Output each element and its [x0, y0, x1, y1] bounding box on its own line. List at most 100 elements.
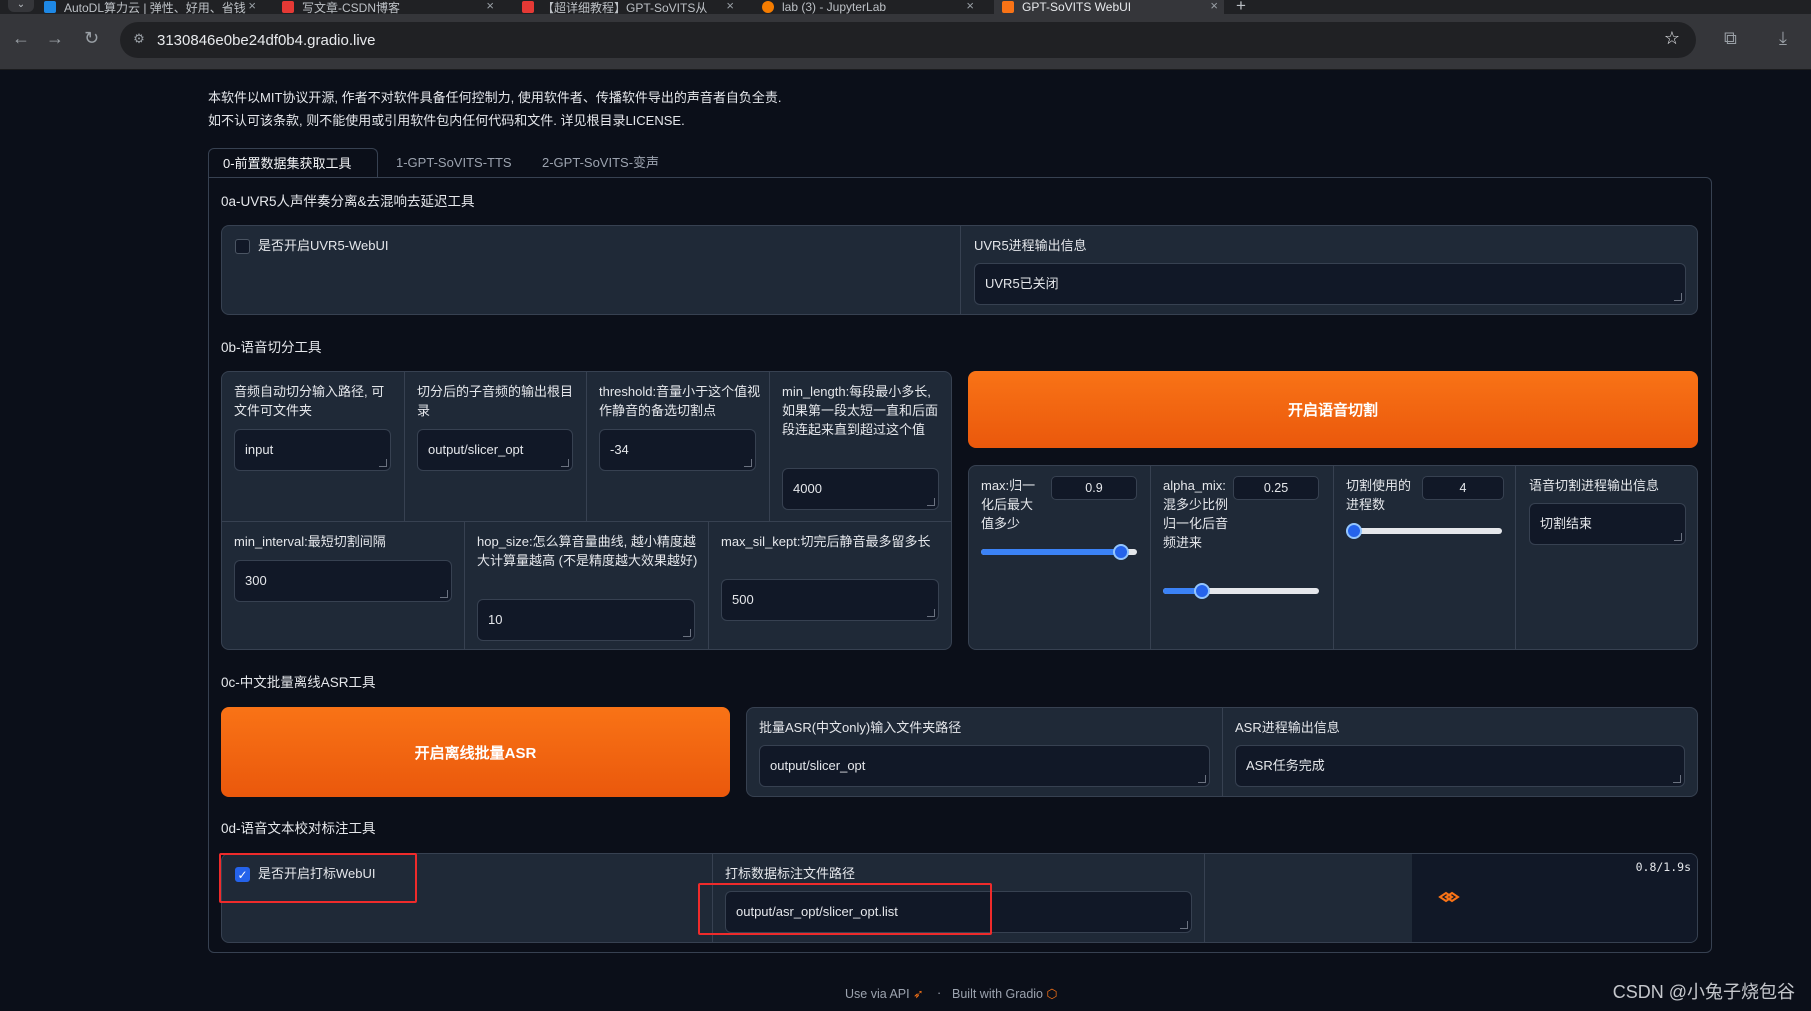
- slicer-input-cell: 音频自动切分输入路径, 可文件可文件夹 input: [222, 372, 405, 522]
- browser-tab-title: 【超详细教程】GPT-SoVITS从: [542, 0, 708, 15]
- csdn-favicon-icon: [522, 1, 534, 13]
- slicer-controls-block: max:归一化后最大值多少 0.9 alpha_mix:混多少比例归一化后音频进…: [968, 465, 1698, 650]
- extensions-icon[interactable]: ⧉: [1724, 28, 1737, 49]
- start-slicer-button[interactable]: 开启语音切割: [968, 371, 1698, 448]
- alpha-slider-cell: alpha_mix:混多少比例归一化后音频进来 0.25: [1151, 466, 1334, 649]
- slicer-output-dir-cell: 切分后的子音频的输出根目录 output/slicer_opt: [405, 372, 587, 522]
- slicer-input-field[interactable]: input: [234, 429, 391, 471]
- slider-thumb[interactable]: [1113, 544, 1130, 560]
- slicer-max-sil-cell: max_sil_kept:切完后静音最多留多长 500: [709, 522, 951, 649]
- footer-api-text[interactable]: Use via API: [845, 987, 910, 1001]
- slicer-hop-size-label: hop_size:怎么算音量曲线, 越小精度越大计算量越高 (不是精度越大效果越…: [477, 534, 698, 568]
- asr-block: 批量ASR(中文only)输入文件夹路径 output/slicer_opt A…: [746, 707, 1698, 797]
- procs-number-input[interactable]: 4: [1422, 476, 1504, 500]
- label-tool-section-title: 0d-语音文本校对标注工具: [221, 821, 376, 836]
- footer-api-link[interactable]: Use via API ➶: [845, 986, 924, 1001]
- rocket-icon: ➶: [913, 987, 924, 1001]
- license-line-2: 如不认可该条款, 则不能使用或引用软件包内任何代码和文件. 详见根目录LICEN…: [208, 113, 685, 128]
- close-icon[interactable]: ×: [248, 0, 256, 13]
- uvr5-output-field[interactable]: UVR5已关闭: [974, 263, 1686, 305]
- tab-dataset-tools[interactable]: 0-前置数据集获取工具: [208, 148, 378, 178]
- url-text[interactable]: 3130846e0be24df0b4.gradio.live: [157, 32, 376, 49]
- browser-tab-title: 写文章-CSDN博客: [302, 0, 400, 15]
- license-line-1: 本软件以MIT协议开源, 作者不对软件具备任何控制力, 使用软件者、传播软件导出…: [208, 90, 782, 105]
- max-slider-cell: max:归一化后最大值多少 0.9: [969, 466, 1151, 649]
- slicer-threshold-label: threshold:音量小于这个值视作静音的备选切割点: [599, 384, 761, 418]
- slicer-threshold-field[interactable]: -34: [599, 429, 756, 471]
- uvr5-checkbox[interactable]: [235, 239, 250, 254]
- site-info-icon[interactable]: ⚙: [130, 31, 148, 49]
- download-icon[interactable]: ⤓: [1779, 28, 1787, 49]
- slicer-output-field[interactable]: 切割结束: [1529, 503, 1686, 545]
- asr-input-field[interactable]: output/slicer_opt: [759, 745, 1210, 787]
- bookmark-star-icon[interactable]: ☆: [1664, 28, 1680, 49]
- close-icon[interactable]: ×: [966, 0, 974, 13]
- max-label: max:归一化后最大值多少: [981, 478, 1036, 531]
- address-bar: ← → ↻ ⚙ 3130846e0be24df0b4.gradio.live ☆…: [0, 14, 1811, 70]
- label-progress-area: 0.8/1.9s: [1412, 854, 1697, 942]
- slicer-hop-size-field[interactable]: 10: [477, 599, 695, 641]
- tab-tts[interactable]: 1-GPT-SoVITS-TTS: [382, 148, 526, 178]
- tab-panel: 0a-UVR5人声伴奏分离&去混响去延迟工具 是否开启UVR5-WebUI UV…: [208, 177, 1712, 953]
- uvr5-output-label: UVR5进程输出信息: [974, 238, 1087, 253]
- asr-output-field[interactable]: ASR任务完成: [1235, 745, 1685, 787]
- slicer-output-label: 语音切割进程输出信息: [1529, 478, 1660, 493]
- close-icon[interactable]: ×: [486, 0, 494, 13]
- progress-timer: 0.8/1.9s: [1635, 860, 1691, 874]
- footer-gradio-link[interactable]: Built with Gradio ⬡: [952, 986, 1057, 1001]
- tab-search-button[interactable]: ⌄: [8, 0, 34, 12]
- footer-separator: ·: [937, 986, 942, 1000]
- slicer-min-length-cell: min_length:每段最小多长, 如果第一段太短一直和后面段连起来直到超过这…: [770, 372, 951, 522]
- gradio-favicon-icon: [1002, 1, 1014, 13]
- close-icon[interactable]: ×: [1210, 0, 1218, 13]
- slicer-section-title: 0b-语音切分工具: [221, 340, 322, 355]
- autodl-favicon-icon: [44, 1, 56, 13]
- forward-arrow-icon[interactable]: →: [46, 28, 64, 49]
- back-arrow-icon[interactable]: ←: [12, 28, 30, 49]
- browser-tab-strip: ⌄ AutoDL算力云 | 弹性、好用、省钱 × 写文章-CSDN博客 × 【超…: [0, 0, 1811, 15]
- label-path-label: 打标数据标注文件路径: [725, 866, 856, 881]
- slicer-min-length-field[interactable]: 4000: [782, 468, 939, 510]
- max-slider[interactable]: [981, 544, 1137, 560]
- slicer-min-length-label: min_length:每段最小多长, 如果第一段太短一直和后面段连起来直到超过这…: [782, 384, 939, 437]
- procs-slider[interactable]: [1346, 523, 1502, 539]
- procs-label: 切割使用的进程数: [1346, 478, 1412, 512]
- slicer-output-dir-field[interactable]: output/slicer_opt: [417, 429, 573, 471]
- slicer-min-interval-field[interactable]: 300: [234, 560, 452, 602]
- label-status-empty: [1205, 854, 1412, 942]
- slicer-hop-size-cell: hop_size:怎么算音量曲线, 越小精度越大计算量越高 (不是精度越大效果越…: [465, 522, 709, 649]
- browser-tab-csdn-write[interactable]: 写文章-CSDN博客 ×: [282, 0, 500, 14]
- uvr5-section-title: 0a-UVR5人声伴奏分离&去混响去延迟工具: [221, 194, 475, 209]
- asr-output-label: ASR进程输出信息: [1235, 720, 1340, 735]
- slicer-input-label: 音频自动切分输入路径, 可文件可文件夹: [234, 384, 385, 418]
- tab-voice-change[interactable]: 2-GPT-SoVITS-变声: [528, 148, 673, 178]
- slicer-threshold-cell: threshold:音量小于这个值视作静音的备选切割点 -34: [587, 372, 770, 522]
- slicer-min-interval-cell: min_interval:最短切割间隔 300: [222, 522, 465, 649]
- start-asr-button[interactable]: 开启离线批量ASR: [221, 707, 730, 797]
- uvr5-block: 是否开启UVR5-WebUI UVR5进程输出信息 UVR5已关闭: [221, 225, 1698, 315]
- highlight-path-box: [698, 883, 992, 935]
- gradio-logo-icon: ⬡: [1046, 987, 1058, 1001]
- loading-spinner-icon: [1438, 890, 1460, 903]
- license-notice: 本软件以MIT协议开源, 作者不对软件具备任何控制力, 使用软件者、传播软件导出…: [208, 86, 781, 132]
- max-number-input[interactable]: 0.9: [1051, 476, 1137, 500]
- slicer-max-sil-field[interactable]: 500: [721, 579, 939, 621]
- browser-tab-autodl[interactable]: AutoDL算力云 | 弹性、好用、省钱 ×: [44, 0, 262, 14]
- slider-thumb[interactable]: [1346, 523, 1362, 539]
- footer-built-text[interactable]: Built with Gradio: [952, 987, 1043, 1001]
- slider-thumb[interactable]: [1194, 583, 1210, 599]
- browser-tab-jupyterlab[interactable]: lab (3) - JupyterLab ×: [762, 0, 980, 14]
- omnibox[interactable]: ⚙ 3130846e0be24df0b4.gradio.live ☆: [120, 22, 1696, 58]
- highlight-checkbox-box: [219, 853, 417, 903]
- reload-icon[interactable]: ↻: [84, 28, 99, 49]
- alpha-slider[interactable]: [1163, 583, 1319, 599]
- close-icon[interactable]: ×: [726, 0, 734, 13]
- alpha-label: alpha_mix:混多少比例归一化后音频进来: [1163, 478, 1229, 550]
- browser-tab-gpt-sovits[interactable]: GPT-SoVITS WebUI ×: [994, 0, 1224, 14]
- alpha-number-input[interactable]: 0.25: [1233, 476, 1319, 500]
- browser-tab-title: GPT-SoVITS WebUI: [1022, 0, 1132, 14]
- uvr5-checkbox-label[interactable]: 是否开启UVR5-WebUI: [258, 236, 389, 255]
- asr-section-title: 0c-中文批量离线ASR工具: [221, 675, 376, 690]
- procs-slider-cell: 切割使用的进程数 4: [1334, 466, 1516, 649]
- browser-tab-tutorial[interactable]: 【超详细教程】GPT-SoVITS从 ×: [522, 0, 740, 14]
